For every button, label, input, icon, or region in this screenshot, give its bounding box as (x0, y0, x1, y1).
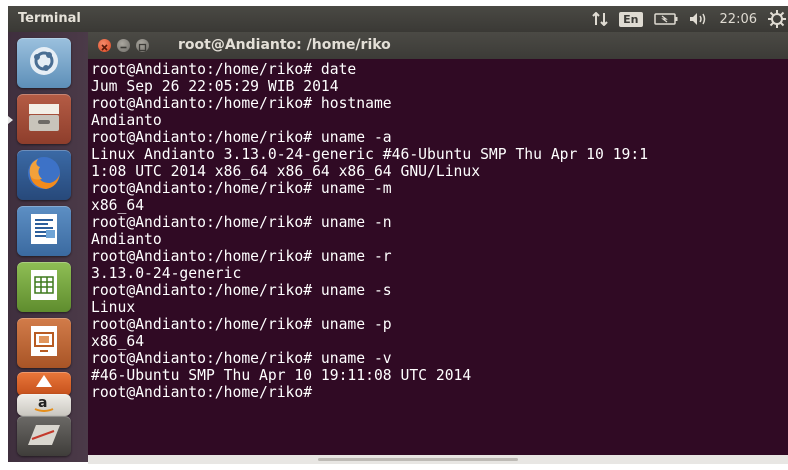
terminal-line: root@Andianto:/home/riko# uname -a (91, 129, 392, 146)
terminal-line: Jum Sep 26 22:05:29 WIB 2014 (91, 78, 339, 95)
terminal-line: x86_64 (91, 333, 145, 350)
clock[interactable]: 22:06 (720, 12, 757, 27)
impress-icon (28, 324, 60, 362)
minimize-button[interactable] (117, 39, 130, 52)
launcher: a (8, 32, 88, 462)
svg-text:a: a (38, 395, 47, 411)
files-icon (26, 100, 62, 138)
maximize-icon (138, 43, 147, 52)
terminal-line: root@Andianto:/home/riko# date (91, 61, 357, 78)
terminal-line: x86_64 (91, 197, 145, 214)
firefox-icon (24, 153, 64, 197)
launcher-writer[interactable] (17, 206, 71, 256)
terminal-prompt-line: root@Andianto:/home/riko# (91, 384, 313, 401)
volume-icon[interactable] (689, 12, 709, 26)
indicator-area: En 22:06 (592, 6, 788, 32)
terminal-line: root@Andianto:/home/riko# hostname (91, 95, 392, 112)
terminal-line: root@Andianto:/home/riko# uname -p (91, 316, 392, 333)
battery-icon[interactable] (653, 13, 678, 25)
close-button[interactable] (98, 39, 111, 52)
minimize-icon (120, 46, 127, 49)
launcher-files[interactable] (17, 94, 71, 144)
launcher-impress[interactable] (17, 318, 71, 368)
terminal-line: 1:08 UTC 2014 x86_64 x86_64 x86_64 GNU/L… (91, 163, 481, 180)
close-icon (101, 44, 108, 51)
terminal-line: Linux (91, 299, 136, 316)
terminal-line: root@Andianto:/home/riko# uname -n (91, 214, 392, 231)
terminal-line: Andianto (91, 112, 162, 129)
amazon-icon: a (32, 394, 56, 416)
launcher-firefox[interactable] (17, 150, 71, 200)
running-indicator (8, 116, 13, 124)
terminal-line: #46-Ubuntu SMP Thu Apr 10 19:11:08 UTC 2… (91, 367, 472, 384)
workspace-switcher-icon (24, 419, 64, 453)
terminal-output[interactable]: root@Andianto:/home/riko# date Jum Sep 2… (88, 59, 788, 455)
writer-icon (28, 212, 60, 250)
terminal-line: root@Andianto:/home/riko# uname -r (91, 248, 392, 265)
window-titlebar[interactable]: root@Andianto: /home/riko (88, 32, 788, 59)
terminal-line: root@Andianto:/home/riko# uname -v (91, 350, 392, 367)
launcher-calc[interactable] (17, 262, 71, 312)
launcher-amazon[interactable]: a (17, 394, 71, 416)
horizontal-scrollbar[interactable] (88, 455, 788, 464)
terminal-line: Linux Andianto 3.13.0-24-generic #46-Ubu… (91, 146, 649, 163)
maximize-button[interactable] (136, 39, 149, 52)
launcher-software-center[interactable] (17, 372, 71, 396)
network-icon[interactable] (592, 12, 608, 26)
calc-icon (28, 268, 60, 306)
ubuntu-dash-icon (27, 44, 61, 82)
keyboard-layout-indicator[interactable]: En (619, 11, 643, 27)
dash-button[interactable] (17, 38, 71, 88)
power-gear-icon[interactable] (768, 10, 786, 28)
top-panel: Terminal En 22:06 (8, 6, 788, 32)
terminal-line: Andianto (91, 231, 162, 248)
software-center-icon (32, 373, 56, 395)
window-title: root@Andianto: /home/riko (178, 37, 391, 53)
terminal-line: 3.13.0-24-generic (91, 265, 242, 282)
terminal-text: root@Andianto:/home/riko# date Jum Sep 2… (91, 61, 648, 401)
launcher-workspace-switcher[interactable] (17, 416, 71, 456)
scrollbar-thumb[interactable] (318, 458, 518, 461)
active-app-title: Terminal (18, 11, 81, 26)
terminal-line: root@Andianto:/home/riko# uname -s (91, 282, 392, 299)
terminal-line: root@Andianto:/home/riko# uname -m (91, 180, 392, 197)
